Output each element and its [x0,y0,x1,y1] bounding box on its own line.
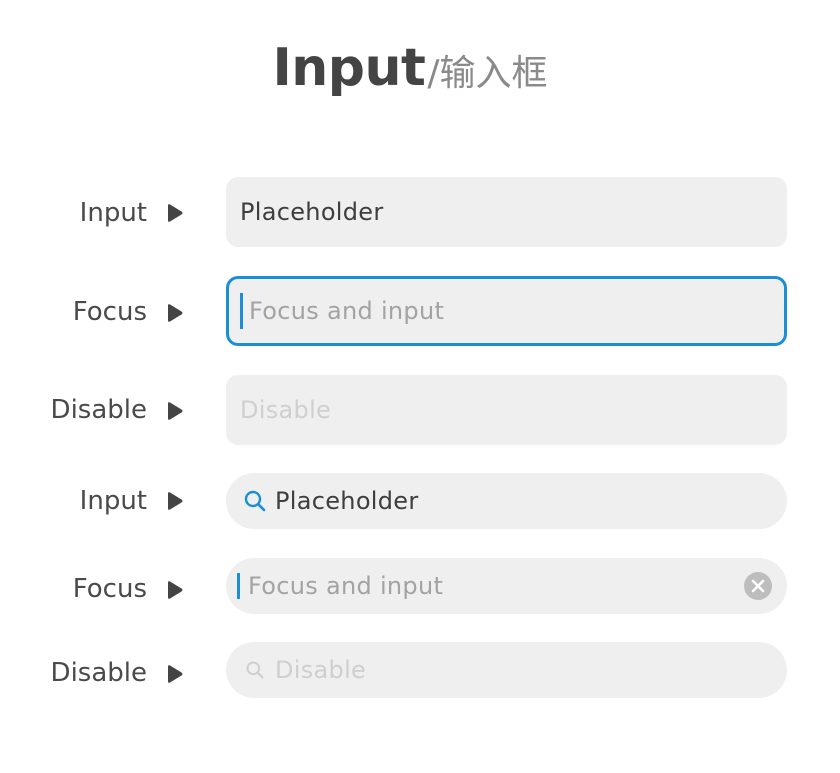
focused-text-input[interactable]: Focus and input [226,276,787,346]
row-label-focus: Focus [72,574,147,604]
row-label-disable: Disable [50,395,147,425]
search-placeholder: Focus and input [248,572,444,600]
text-caret [237,573,240,599]
input-placeholder: Disable [240,396,332,424]
disabled-text-input: Disable [226,375,787,445]
search-value: Placeholder [275,487,419,515]
search-icon [244,490,266,512]
play-arrow-icon [168,665,183,683]
search-placeholder: Disable [275,656,367,684]
search-input[interactable]: Placeholder [226,473,787,529]
disabled-search-input: Disable [226,642,787,698]
text-input[interactable]: Placeholder [226,177,787,247]
row-label-focus: Focus [72,297,147,327]
input-value: Placeholder [240,198,384,226]
page-title: Input/输入框 [0,38,820,98]
row-label-disable: Disable [50,658,147,688]
text-caret [240,293,243,329]
play-arrow-icon [168,402,183,420]
focused-search-input[interactable]: Focus and input [226,558,787,614]
row-label-input: Input [79,198,147,228]
play-arrow-icon [168,204,183,222]
row-label-input: Input [79,486,147,516]
play-arrow-icon [168,492,183,510]
play-arrow-icon [168,304,183,322]
title-sub: /输入框 [427,53,548,94]
play-arrow-icon [168,581,183,599]
input-placeholder: Focus and input [249,297,445,325]
search-icon [246,661,264,679]
title-main: Input [272,38,426,98]
clear-icon[interactable] [744,572,772,600]
